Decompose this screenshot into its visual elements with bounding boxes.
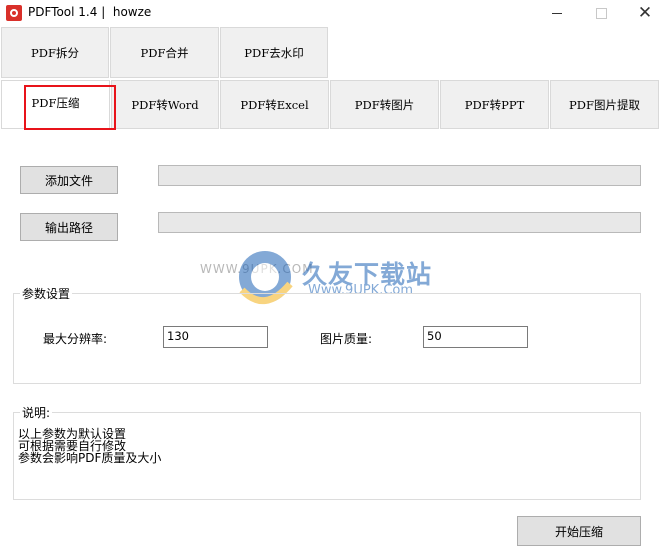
active-tab-highlight: [24, 85, 116, 130]
add-file-button[interactable]: 添加文件: [20, 166, 118, 194]
tab-pdf-to-ppt[interactable]: PDF转PPT: [440, 80, 549, 129]
maximize-icon: [595, 7, 607, 19]
output-path-label: 输出路径: [44, 220, 93, 235]
start-compress-label: 开始压缩: [554, 524, 603, 539]
tab-label: PDF拆分: [31, 45, 79, 60]
max-resolution-label: 最大分辨率:: [43, 332, 108, 346]
pdf-app-icon: [6, 5, 22, 21]
output-path-field[interactable]: [158, 212, 641, 233]
minimize-icon: [552, 12, 562, 14]
tab-label: PDF图片提取: [569, 97, 640, 112]
params-group-label: 参数设置: [20, 285, 73, 302]
image-quality-label: 图片质量:: [320, 332, 373, 346]
maximize-button[interactable]: [579, 0, 623, 26]
window-title: PDFTool 1.4 | howze: [28, 5, 152, 19]
close-button[interactable]: ✕: [623, 0, 667, 26]
add-file-field[interactable]: [158, 165, 641, 186]
tab-pdf-to-word[interactable]: PDF转Word: [111, 80, 219, 129]
output-path-button[interactable]: 输出路径: [20, 213, 118, 241]
tab-label: PDF去水印: [244, 45, 304, 60]
description-group-label: 说明:: [20, 404, 53, 421]
tab-label: PDF转PPT: [464, 97, 525, 112]
watermark-site-name: 久友下载站: [302, 260, 433, 289]
tab-label: PDF合并: [140, 45, 189, 60]
add-file-label: 添加文件: [44, 173, 93, 188]
tab-pdf-to-image[interactable]: PDF转图片: [330, 80, 439, 129]
tab-label: PDF转图片: [354, 97, 415, 112]
start-compress-button[interactable]: 开始压缩: [517, 516, 641, 546]
max-resolution-input[interactable]: 130: [163, 326, 268, 348]
title-bar: PDFTool 1.4 | howze ✕: [0, 0, 671, 26]
watermark-left-text: WWW.9UPK.COM: [200, 262, 314, 276]
tab-pdf-image-extract[interactable]: PDF图片提取: [550, 80, 659, 129]
image-quality-input[interactable]: 50: [423, 326, 528, 348]
tab-label: PDF转Word: [131, 97, 199, 112]
close-icon: ✕: [637, 2, 653, 23]
tab-pdf-merge[interactable]: PDF合并: [110, 27, 219, 78]
tab-pdf-to-excel[interactable]: PDF转Excel: [220, 80, 329, 129]
description-line: 参数会影响PDF质量及大小: [18, 451, 162, 465]
tab-pdf-split[interactable]: PDF拆分: [1, 27, 109, 78]
tab-pdf-remove-watermark[interactable]: PDF去水印: [220, 27, 328, 78]
tab-label: PDF转Excel: [240, 97, 309, 112]
description-text: 以上参数为默认设置 可根据需要自行修改 参数会影响PDF质量及大小: [18, 428, 161, 464]
minimize-button[interactable]: [535, 0, 579, 26]
